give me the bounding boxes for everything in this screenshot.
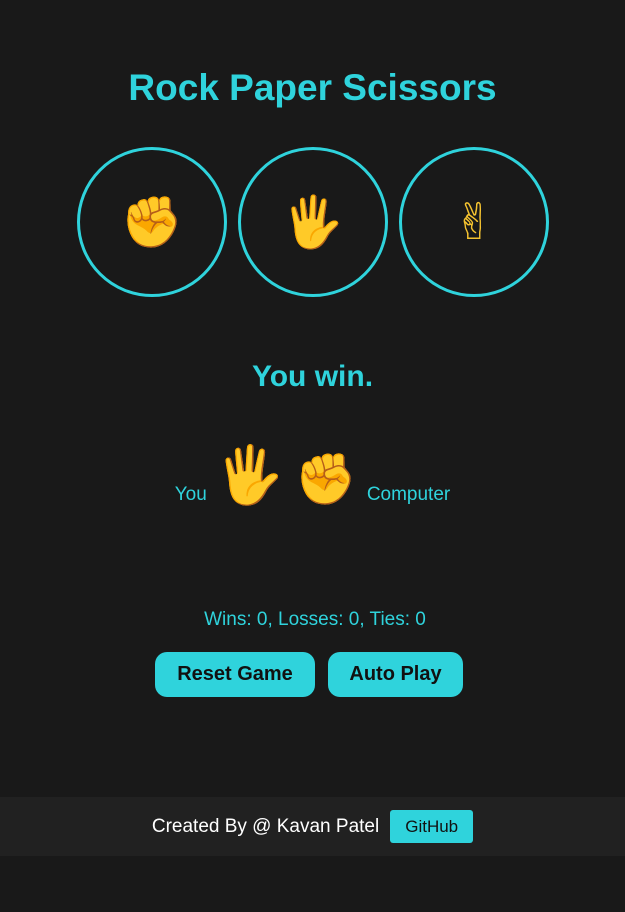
scissors-button[interactable]: ✌ xyxy=(399,147,549,297)
result-text: You win. xyxy=(251,360,374,393)
choice-buttons: ✊ 🖐 ✌ xyxy=(77,147,549,297)
reset-game-button[interactable]: Reset Game xyxy=(155,652,315,697)
raised-fist-icon: ✊ xyxy=(120,193,184,250)
score-text: Wins: 0, Losses: 0, Ties: 0 xyxy=(204,609,426,630)
raised-hand-icon: 🖐 xyxy=(281,193,345,250)
auto-play-button[interactable]: Auto Play xyxy=(328,652,463,697)
player-label: You xyxy=(174,484,207,505)
computer-label: Computer xyxy=(366,484,451,505)
player-move-icon: 🖐 xyxy=(214,443,285,506)
moves-display: You 🖐 ✊ Computer xyxy=(0,440,625,510)
github-link[interactable]: GitHub xyxy=(390,810,474,843)
rock-button[interactable]: ✊ xyxy=(77,147,227,297)
computer-move-icon: ✊ xyxy=(294,451,357,507)
paper-button[interactable]: 🖐 xyxy=(238,147,388,297)
footer-credit: Created By @ Kavan Patel xyxy=(151,815,380,837)
footer: Created By @ Kavan Patel GitHub xyxy=(0,797,625,856)
victory-hand-icon: ✌ xyxy=(453,194,495,250)
page-title: Rock Paper Scissors xyxy=(128,67,497,108)
control-buttons: Reset Game Auto Play xyxy=(155,652,463,697)
